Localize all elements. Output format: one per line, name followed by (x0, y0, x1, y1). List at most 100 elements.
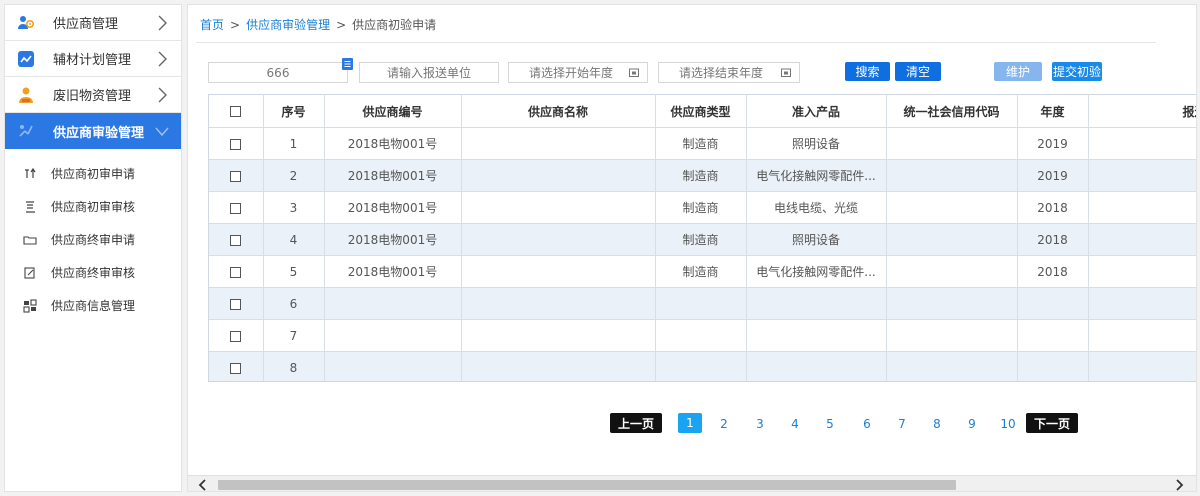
table-row[interactable]: 5 2018电物001号 制造商 电气化接触网零配件... 2018 (209, 255, 1196, 288)
end-year-input[interactable]: 请选择结束年度 (658, 62, 800, 83)
row-checkbox-cell[interactable] (209, 223, 264, 256)
cell-year: 2018 (1017, 223, 1089, 256)
page-10[interactable]: 10 (996, 415, 1020, 433)
prev-page-button[interactable]: 上一页 (610, 413, 662, 433)
cell-type: 制造商 (655, 223, 747, 256)
sidebar-item-final-apply[interactable]: 供应商终审申请 (5, 223, 181, 256)
page-5[interactable]: 5 (819, 415, 841, 433)
select-all-checkbox[interactable] (230, 106, 242, 117)
cell-name (461, 287, 656, 320)
divider (196, 42, 1156, 43)
cell-product: 电线电缆、光缆 (746, 191, 887, 224)
folder-icon (23, 233, 37, 247)
scroll-left-icon[interactable] (198, 479, 208, 491)
menu-item-label: 供应商审验管理 (53, 125, 145, 141)
cell-product (746, 351, 887, 381)
clear-button[interactable]: 清空 (895, 62, 941, 81)
cell-type (655, 287, 747, 320)
table-header-row: 序号 供应商编号 供应商名称 供应商类型 准入产品 统一社会信用代码 年度 报送… (209, 94, 1196, 128)
page-1[interactable]: 1 (678, 413, 702, 433)
value-input[interactable]: 666 (208, 62, 348, 83)
scrollbar-thumb[interactable] (218, 480, 956, 490)
breadcrumb-home[interactable]: 首页 (200, 16, 224, 33)
row-checkbox[interactable] (230, 266, 242, 278)
cell-product: 照明设备 (746, 223, 887, 256)
table-row[interactable]: 6 (209, 287, 1196, 320)
main-panel: 首页 > 供应商审验管理 > 供应商初验申请 666 请输入报送单位 请选择开始… (187, 4, 1197, 492)
page-8[interactable]: 8 (926, 415, 948, 433)
cell-unit (1088, 191, 1196, 224)
sidebar-item-initial-review[interactable]: 供应商初审审核 (5, 190, 181, 223)
page-6[interactable]: 6 (856, 415, 878, 433)
menu-item-supplier-management[interactable]: 供应商管理 (5, 5, 181, 41)
cell-code: 2018电物001号 (324, 223, 462, 256)
row-checkbox[interactable] (230, 234, 242, 246)
row-checkbox-cell[interactable] (209, 127, 264, 160)
chevron-right-icon (158, 87, 167, 103)
table-row[interactable]: 3 2018电物001号 制造商 电线电缆、光缆 2018 (209, 191, 1196, 224)
header-supplier-name: 供应商名称 (461, 94, 656, 128)
page-9[interactable]: 9 (961, 415, 983, 433)
page-7[interactable]: 7 (891, 415, 913, 433)
breadcrumb-separator: > (336, 17, 347, 32)
submit-initial-button[interactable]: 提交初验 (1052, 62, 1102, 81)
search-button[interactable]: 搜索 (845, 62, 890, 81)
table-row[interactable]: 8 (209, 351, 1196, 381)
list-icon[interactable] (342, 58, 353, 70)
row-checkbox[interactable] (230, 298, 242, 310)
row-checkbox-cell[interactable] (209, 255, 264, 288)
sidebar-item-info-management[interactable]: 供应商信息管理 (5, 289, 181, 322)
sidebar-item-initial-apply[interactable]: 供应商初审申请 (5, 157, 181, 190)
row-checkbox[interactable] (230, 362, 242, 374)
row-checkbox-cell[interactable] (209, 287, 264, 320)
start-year-input[interactable]: 请选择开始年度 (508, 62, 648, 83)
cell-name (461, 127, 656, 160)
cell-year (1017, 351, 1089, 381)
cell-credit (886, 351, 1018, 381)
cell-no: 4 (263, 223, 325, 256)
scroll-right-icon[interactable] (1174, 479, 1184, 491)
menu-item-aux-plan[interactable]: 辅材计划管理 (5, 41, 181, 77)
breadcrumb: 首页 > 供应商审验管理 > 供应商初验申请 (200, 16, 436, 33)
cell-unit (1088, 127, 1196, 160)
breadcrumb-parent[interactable]: 供应商审验管理 (246, 16, 330, 33)
page-3[interactable]: 3 (749, 415, 771, 433)
row-checkbox[interactable] (230, 138, 242, 150)
table-row[interactable]: 4 2018电物001号 制造商 照明设备 2018 (209, 223, 1196, 256)
table-row[interactable]: 7 (209, 319, 1196, 352)
header-supplier-type: 供应商类型 (655, 94, 747, 128)
cell-name (461, 255, 656, 288)
page-4[interactable]: 4 (784, 415, 806, 433)
table-row[interactable]: 1 2018电物001号 制造商 照明设备 2019 (209, 127, 1196, 160)
cell-year: 2018 (1017, 255, 1089, 288)
row-checkbox-cell[interactable] (209, 351, 264, 381)
row-checkbox[interactable] (230, 330, 242, 342)
cell-name (461, 319, 656, 352)
row-checkbox-cell[interactable] (209, 191, 264, 224)
sidebar: 供应商管理 辅材计划管理 废旧物资管理 供应商审验管理 供应商初审申请 供应商初… (4, 4, 182, 492)
chart-plan-icon (15, 48, 37, 70)
start-year-placeholder: 请选择开始年度 (529, 66, 614, 80)
header-checkbox-cell[interactable] (209, 94, 264, 128)
cell-unit (1088, 255, 1196, 288)
sidebar-item-final-review[interactable]: 供应商终审审核 (5, 256, 181, 289)
row-checkbox[interactable] (230, 202, 242, 214)
next-page-button[interactable]: 下一页 (1026, 413, 1078, 433)
row-checkbox[interactable] (230, 170, 242, 182)
breadcrumb-separator: > (230, 17, 241, 32)
cell-no: 2 (263, 159, 325, 192)
menu-item-supplier-audit[interactable]: 供应商审验管理 (5, 113, 181, 149)
header-report-unit: 报送单 (1088, 94, 1196, 128)
table-row[interactable]: 2 2018电物001号 制造商 电气化接触网零配件... 2019 (209, 159, 1196, 192)
row-checkbox-cell[interactable] (209, 319, 264, 352)
maintain-button[interactable]: 维护 (994, 62, 1042, 81)
cell-name (461, 223, 656, 256)
report-unit-input[interactable]: 请输入报送单位 (359, 62, 499, 83)
sidebar-item-label: 供应商初审申请 (51, 167, 136, 181)
horizontal-scrollbar[interactable] (188, 475, 1196, 491)
row-checkbox-cell[interactable] (209, 159, 264, 192)
menu-item-scrap-materials[interactable]: 废旧物资管理 (5, 77, 181, 113)
cell-code: 2018电物001号 (324, 159, 462, 192)
cell-unit (1088, 351, 1196, 381)
page-2[interactable]: 2 (713, 415, 735, 433)
